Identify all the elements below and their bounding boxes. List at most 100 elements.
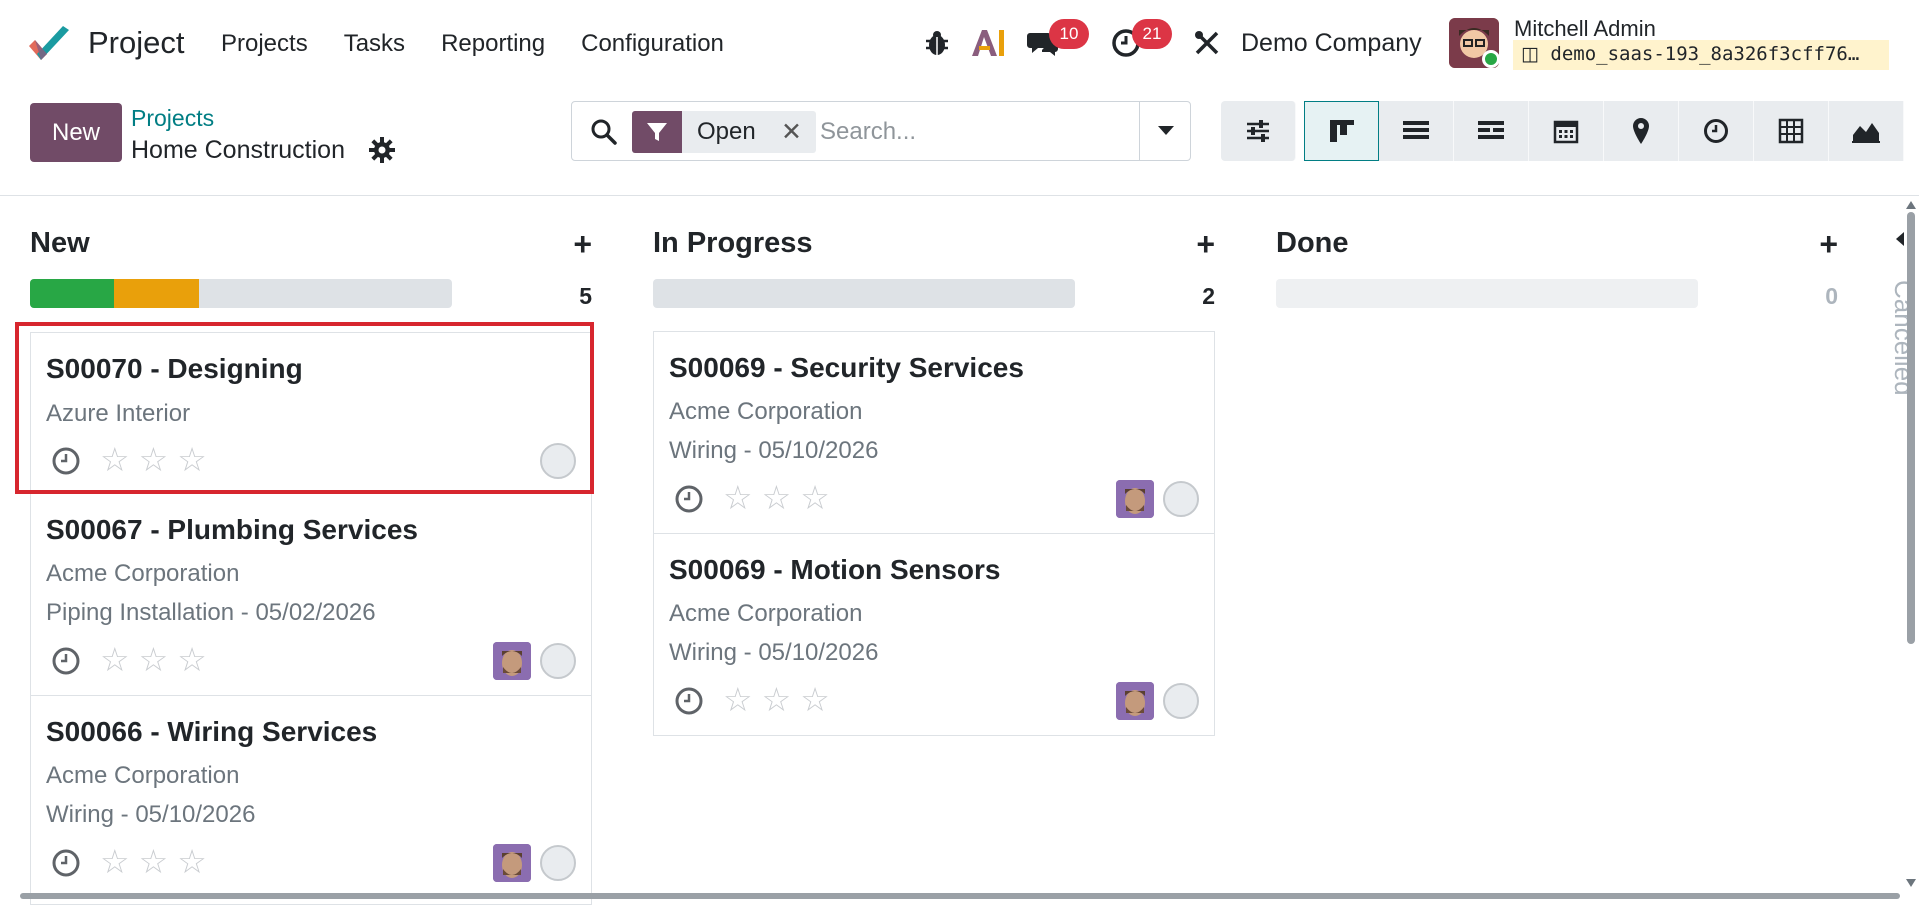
search-options-toggle[interactable] — [1139, 102, 1191, 160]
new-button[interactable]: New — [30, 103, 122, 162]
activity-clock-icon[interactable] — [674, 484, 704, 514]
kanban-card[interactable]: S00069 - Security Services Acme Corporat… — [653, 331, 1215, 534]
kanban-card[interactable]: S00066 - Wiring Services Acme Corporatio… — [30, 695, 592, 905]
column-count: 2 — [1202, 283, 1215, 309]
card-state-circle[interactable] — [540, 443, 576, 479]
card-title: S00069 - Motion Sensors — [669, 554, 1001, 585]
scroll-up-icon[interactable] — [1905, 200, 1917, 210]
sliders-icon — [1247, 120, 1269, 142]
column-progress-bar[interactable] — [30, 279, 452, 308]
star-icon[interactable]: ☆ — [100, 643, 130, 676]
kanban-card[interactable]: S00067 - Plumbing Services Acme Corporat… — [30, 493, 592, 696]
menu-item-projects[interactable]: Projects — [221, 30, 308, 58]
calendar-icon — [1553, 120, 1579, 144]
horizontal-scrollbar[interactable] — [20, 893, 1900, 899]
star-icon[interactable]: ☆ — [723, 683, 753, 716]
menu-item-configuration[interactable]: Configuration — [581, 30, 724, 58]
view-list-button[interactable] — [1379, 101, 1454, 161]
assignee-avatar[interactable] — [493, 844, 531, 882]
column-count: 5 — [579, 283, 592, 309]
star-icon[interactable]: ☆ — [762, 481, 792, 514]
bug-icon[interactable] — [920, 26, 954, 60]
activity-clock-icon[interactable] — [51, 446, 81, 476]
star-icon[interactable]: ☆ — [177, 643, 207, 676]
star-icon[interactable]: ☆ — [762, 683, 792, 716]
progress-segment-orange[interactable] — [114, 279, 199, 308]
card-title: S00069 - Security Services — [669, 352, 1024, 383]
caret-left-icon — [1896, 232, 1904, 246]
card-detail: Wiring - 05/10/2026 — [669, 437, 879, 464]
view-pivot-button[interactable] — [1754, 101, 1829, 161]
project-app-logo-icon[interactable] — [27, 24, 71, 64]
star-icon[interactable]: ☆ — [723, 481, 753, 514]
column-quick-create-icon[interactable]: + — [1196, 226, 1215, 263]
database-name: ◫ demo_saas-193_8a326f3cff76… — [1513, 40, 1889, 70]
star-icon[interactable]: ☆ — [177, 845, 207, 878]
star-icon[interactable]: ☆ — [139, 443, 169, 476]
column-title[interactable]: Done — [1276, 227, 1349, 260]
star-icon[interactable]: ☆ — [139, 845, 169, 878]
activity-clock-icon[interactable] — [51, 646, 81, 676]
card-state-circle[interactable] — [540, 845, 576, 881]
app-name[interactable]: Project — [88, 25, 184, 61]
search-bar: Open ✕ — [571, 101, 1191, 161]
column-quick-create-icon[interactable]: + — [1819, 226, 1838, 263]
search-icon[interactable] — [590, 118, 618, 146]
star-icon[interactable]: ☆ — [177, 443, 207, 476]
tools-icon[interactable] — [1190, 26, 1224, 60]
star-icon[interactable]: ☆ — [100, 443, 130, 476]
assignee-avatar[interactable] — [493, 642, 531, 680]
column-progress-bar — [1276, 279, 1698, 308]
company-switcher[interactable]: Demo Company — [1241, 29, 1422, 58]
list-icon — [1403, 121, 1429, 139]
view-gantt-button[interactable] — [1454, 101, 1529, 161]
card-state-circle[interactable] — [1163, 481, 1199, 517]
column-title[interactable]: New — [30, 227, 90, 260]
vertical-scrollbar[interactable] — [1905, 200, 1917, 890]
assignee-avatar[interactable] — [1116, 682, 1154, 720]
priority-stars[interactable]: ☆ ☆ ☆ — [723, 683, 830, 716]
breadcrumb-projects[interactable]: Projects — [131, 105, 214, 132]
kanban-card[interactable]: S00069 - Motion Sensors Acme Corporation… — [653, 533, 1215, 736]
kanban-board: New + 5 S00070 - Designing Azure Interio… — [0, 196, 1919, 905]
priority-stars[interactable]: ☆ ☆ ☆ — [723, 481, 830, 514]
database-label: demo_saas-193_8a326f3cff76… — [1550, 43, 1860, 65]
column-quick-create-icon[interactable]: + — [573, 226, 592, 263]
menu-item-reporting[interactable]: Reporting — [441, 30, 545, 58]
kanban-card[interactable]: S00070 - Designing Azure Interior ☆ ☆ ☆ — [30, 332, 592, 494]
star-icon[interactable]: ☆ — [100, 845, 130, 878]
view-calendar-button[interactable] — [1529, 101, 1604, 161]
view-map-button[interactable] — [1604, 101, 1679, 161]
card-customer: Acme Corporation — [669, 600, 863, 627]
view-kanban-button[interactable] — [1304, 101, 1379, 161]
user-name[interactable]: Mitchell Admin — [1514, 16, 1656, 42]
view-graph-button[interactable] — [1829, 101, 1904, 161]
column-progress-bar[interactable] — [653, 279, 1075, 308]
priority-stars[interactable]: ☆ ☆ ☆ — [100, 845, 207, 878]
star-icon[interactable]: ☆ — [800, 481, 830, 514]
view-settings-button[interactable] — [1221, 101, 1296, 161]
view-activity-button[interactable] — [1679, 101, 1754, 161]
ai-icon[interactable] — [969, 26, 1009, 60]
gear-icon[interactable] — [368, 136, 396, 164]
priority-stars[interactable]: ☆ ☆ ☆ — [100, 643, 207, 676]
card-state-circle[interactable] — [1163, 683, 1199, 719]
messages-badge: 10 — [1049, 19, 1089, 49]
search-input[interactable] — [820, 114, 1120, 150]
facet-remove-icon[interactable]: ✕ — [781, 117, 802, 147]
star-icon[interactable]: ☆ — [800, 683, 830, 716]
card-state-circle[interactable] — [540, 643, 576, 679]
pivot-table-icon — [1778, 118, 1804, 144]
menu-item-tasks[interactable]: Tasks — [344, 30, 405, 58]
area-chart-icon — [1852, 123, 1880, 143]
assignee-avatar[interactable] — [1116, 480, 1154, 518]
clock-icon — [1704, 119, 1728, 143]
column-title[interactable]: In Progress — [653, 227, 813, 260]
activity-clock-icon[interactable] — [674, 686, 704, 716]
star-icon[interactable]: ☆ — [139, 643, 169, 676]
scroll-down-icon[interactable] — [1905, 878, 1917, 888]
scrollbar-thumb[interactable] — [1907, 212, 1915, 644]
progress-segment-green[interactable] — [30, 279, 115, 308]
activity-clock-icon[interactable] — [51, 848, 81, 878]
priority-stars[interactable]: ☆ ☆ ☆ — [100, 443, 207, 476]
